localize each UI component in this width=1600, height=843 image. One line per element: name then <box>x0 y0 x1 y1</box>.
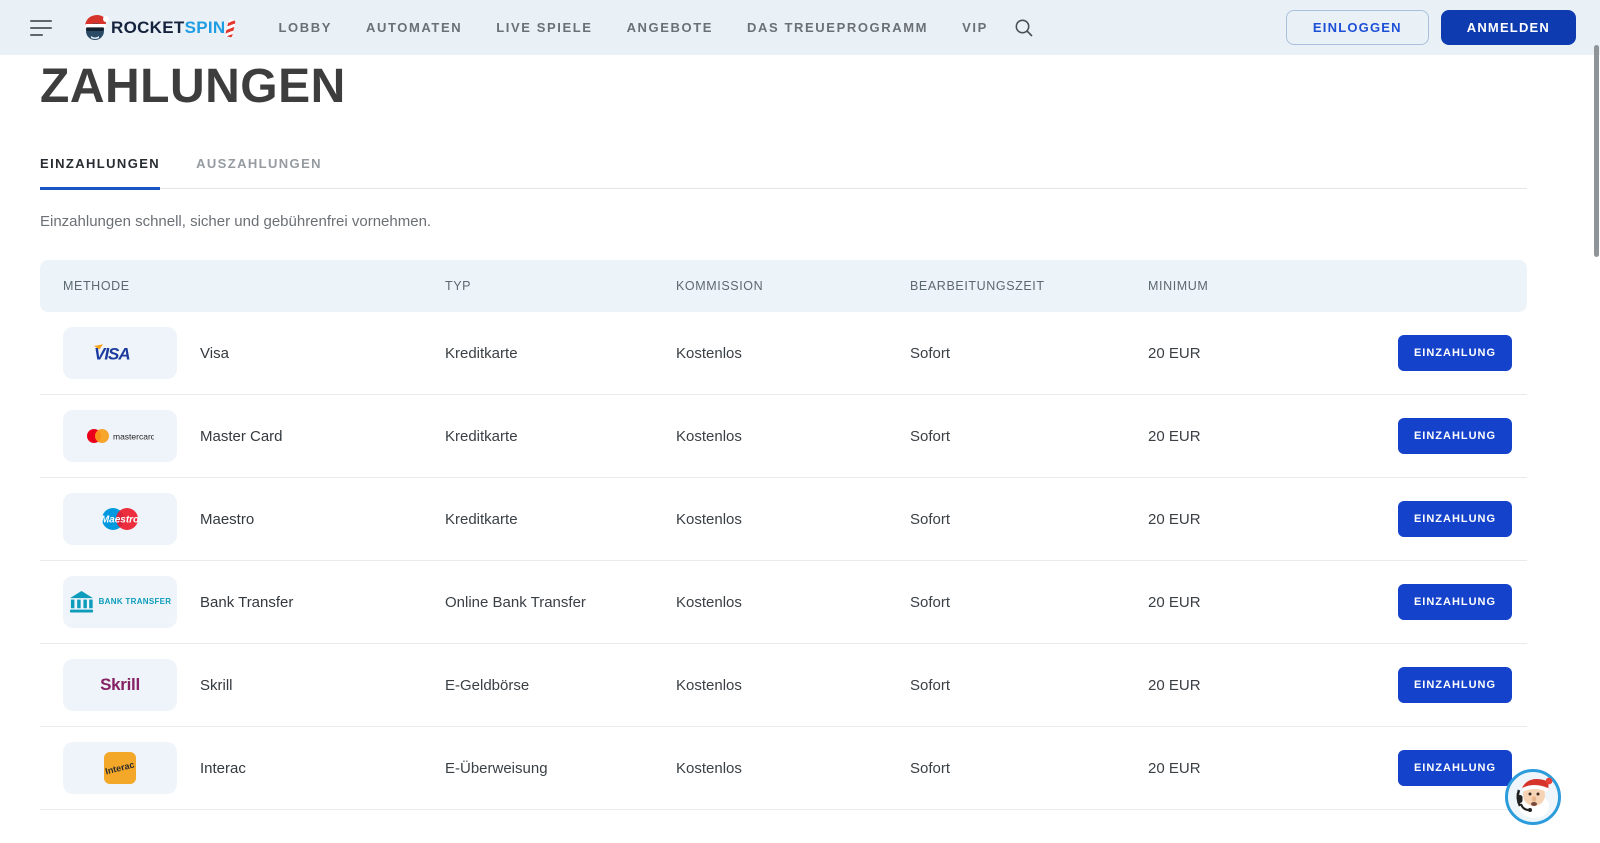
col-bearbeitungszeit: BEARBEITUNGSZEIT <box>910 279 1148 293</box>
bank-transfer-logo-text: BANK TRANSFER <box>99 597 172 606</box>
nav-item-treueprogramm[interactable]: DAS TREUEPROGRAMM <box>747 20 928 35</box>
interac-logo-text: Interac <box>104 760 135 777</box>
method-name: Maestro <box>200 511 445 528</box>
logo-text-rocket: ROCKET <box>111 18 185 38</box>
einzahlung-button[interactable]: EINZAHLUNG <box>1398 750 1512 786</box>
method-commission: Kostenlos <box>676 594 910 611</box>
einzahlung-button[interactable]: EINZAHLUNG <box>1398 584 1512 620</box>
bank-building-icon <box>69 590 94 614</box>
santa-mascot-icon <box>82 13 109 43</box>
logo-text-spin: SPIN <box>185 18 226 38</box>
table-row: BANK TRANSFER Bank Transfer Online Bank … <box>40 561 1527 644</box>
nav-item-vip[interactable]: VIP <box>962 20 988 35</box>
method-minimum: 20 EUR <box>1148 594 1398 611</box>
scrollbar[interactable] <box>1594 45 1599 257</box>
skrill-logo-text: Skrill <box>100 675 140 695</box>
method-minimum: 20 EUR <box>1148 760 1398 777</box>
table-row: Maestro Maestro Kreditkarte Kostenlos So… <box>40 478 1527 561</box>
maestro-logo: Maestro <box>63 493 177 545</box>
top-nav: ROCKETSPIN LOBBY AUTOMATEN LIVE SPIELE A… <box>0 0 1600 55</box>
method-minimum: 20 EUR <box>1148 677 1398 694</box>
col-methode: METHODE <box>63 279 445 293</box>
mastercard-logo: mastercard <box>63 410 177 462</box>
method-commission: Kostenlos <box>676 760 910 777</box>
svg-text:mastercard: mastercard <box>113 432 154 442</box>
col-kommission: KOMMISSION <box>676 279 910 293</box>
method-time: Sofort <box>910 511 1148 528</box>
col-minimum: MINIMUM <box>1148 279 1398 293</box>
method-time: Sofort <box>910 594 1148 611</box>
table-row: mastercard Master Card Kreditkarte Koste… <box>40 395 1527 478</box>
skrill-logo: Skrill <box>63 659 177 711</box>
logo[interactable]: ROCKETSPIN <box>82 13 234 43</box>
method-time: Sofort <box>910 677 1148 694</box>
nav-item-automaten[interactable]: AUTOMATEN <box>366 20 462 35</box>
santa-support-icon <box>1504 768 1562 826</box>
tab-einzahlungen[interactable]: EINZAHLUNGEN <box>40 150 160 190</box>
register-button[interactable]: ANMELDEN <box>1441 10 1576 45</box>
method-time: Sofort <box>910 760 1148 777</box>
method-type: Online Bank Transfer <box>445 594 676 611</box>
col-typ: TYP <box>445 279 676 293</box>
svg-text:Maestro: Maestro <box>101 515 139 526</box>
method-time: Sofort <box>910 428 1148 445</box>
menu-icon[interactable] <box>30 20 54 36</box>
bank-transfer-logo: BANK TRANSFER <box>63 576 177 628</box>
method-commission: Kostenlos <box>676 345 910 362</box>
einzahlung-button[interactable]: EINZAHLUNG <box>1398 501 1512 537</box>
svg-text:VISA: VISA <box>94 345 130 364</box>
table-row: Interac Interac E-Überweisung Kostenlos … <box>40 727 1527 810</box>
method-name: Bank Transfer <box>200 594 445 611</box>
nav-item-lobby[interactable]: LOBBY <box>278 20 332 35</box>
method-commission: Kostenlos <box>676 677 910 694</box>
login-button[interactable]: EINLOGGEN <box>1286 10 1429 45</box>
einzahlung-button[interactable]: EINZAHLUNG <box>1398 335 1512 371</box>
nav-item-angebote[interactable]: ANGEBOTE <box>627 20 713 35</box>
method-name: Master Card <box>200 428 445 445</box>
interac-logo: Interac <box>63 742 177 794</box>
candy-cane-icon <box>225 18 236 37</box>
method-name: Interac <box>200 760 445 777</box>
table-header: METHODE TYP KOMMISSION BEARBEITUNGSZEIT … <box>40 260 1527 312</box>
method-type: E-Überweisung <box>445 760 676 777</box>
table-row: VISA Visa Kreditkarte Kostenlos Sofort 2… <box>40 312 1527 395</box>
page-title: ZAHLUNGEN <box>40 59 1527 114</box>
payments-page: ZAHLUNGEN EINZAHLUNGEN AUSZAHLUNGEN Einz… <box>0 59 1600 810</box>
method-minimum: 20 EUR <box>1148 345 1398 362</box>
einzahlung-button[interactable]: EINZAHLUNG <box>1398 667 1512 703</box>
method-type: Kreditkarte <box>445 345 676 362</box>
method-commission: Kostenlos <box>676 428 910 445</box>
table-row: Skrill Skrill E-Geldbörse Kostenlos Sofo… <box>40 644 1527 727</box>
method-commission: Kostenlos <box>676 511 910 528</box>
page-description: Einzahlungen schnell, sicher und gebühre… <box>40 213 1527 230</box>
tab-auszahlungen[interactable]: AUSZAHLUNGEN <box>196 150 322 188</box>
method-name: Visa <box>200 345 445 362</box>
nav-item-live-spiele[interactable]: LIVE SPIELE <box>496 20 592 35</box>
method-minimum: 20 EUR <box>1148 428 1398 445</box>
payment-methods-table: METHODE TYP KOMMISSION BEARBEITUNGSZEIT … <box>40 260 1527 810</box>
method-time: Sofort <box>910 345 1148 362</box>
visa-logo: VISA <box>63 327 177 379</box>
search-icon[interactable] <box>1014 18 1034 38</box>
auth-buttons: EINLOGGEN ANMELDEN <box>1286 10 1576 45</box>
einzahlung-button[interactable]: EINZAHLUNG <box>1398 418 1512 454</box>
payments-tabs: EINZAHLUNGEN AUSZAHLUNGEN <box>40 150 1527 189</box>
method-minimum: 20 EUR <box>1148 511 1398 528</box>
method-name: Skrill <box>200 677 445 694</box>
method-type: E-Geldbörse <box>445 677 676 694</box>
chat-support-button[interactable] <box>1504 768 1562 826</box>
method-type: Kreditkarte <box>445 428 676 445</box>
main-nav: LOBBY AUTOMATEN LIVE SPIELE ANGEBOTE DAS… <box>278 20 987 35</box>
method-type: Kreditkarte <box>445 511 676 528</box>
